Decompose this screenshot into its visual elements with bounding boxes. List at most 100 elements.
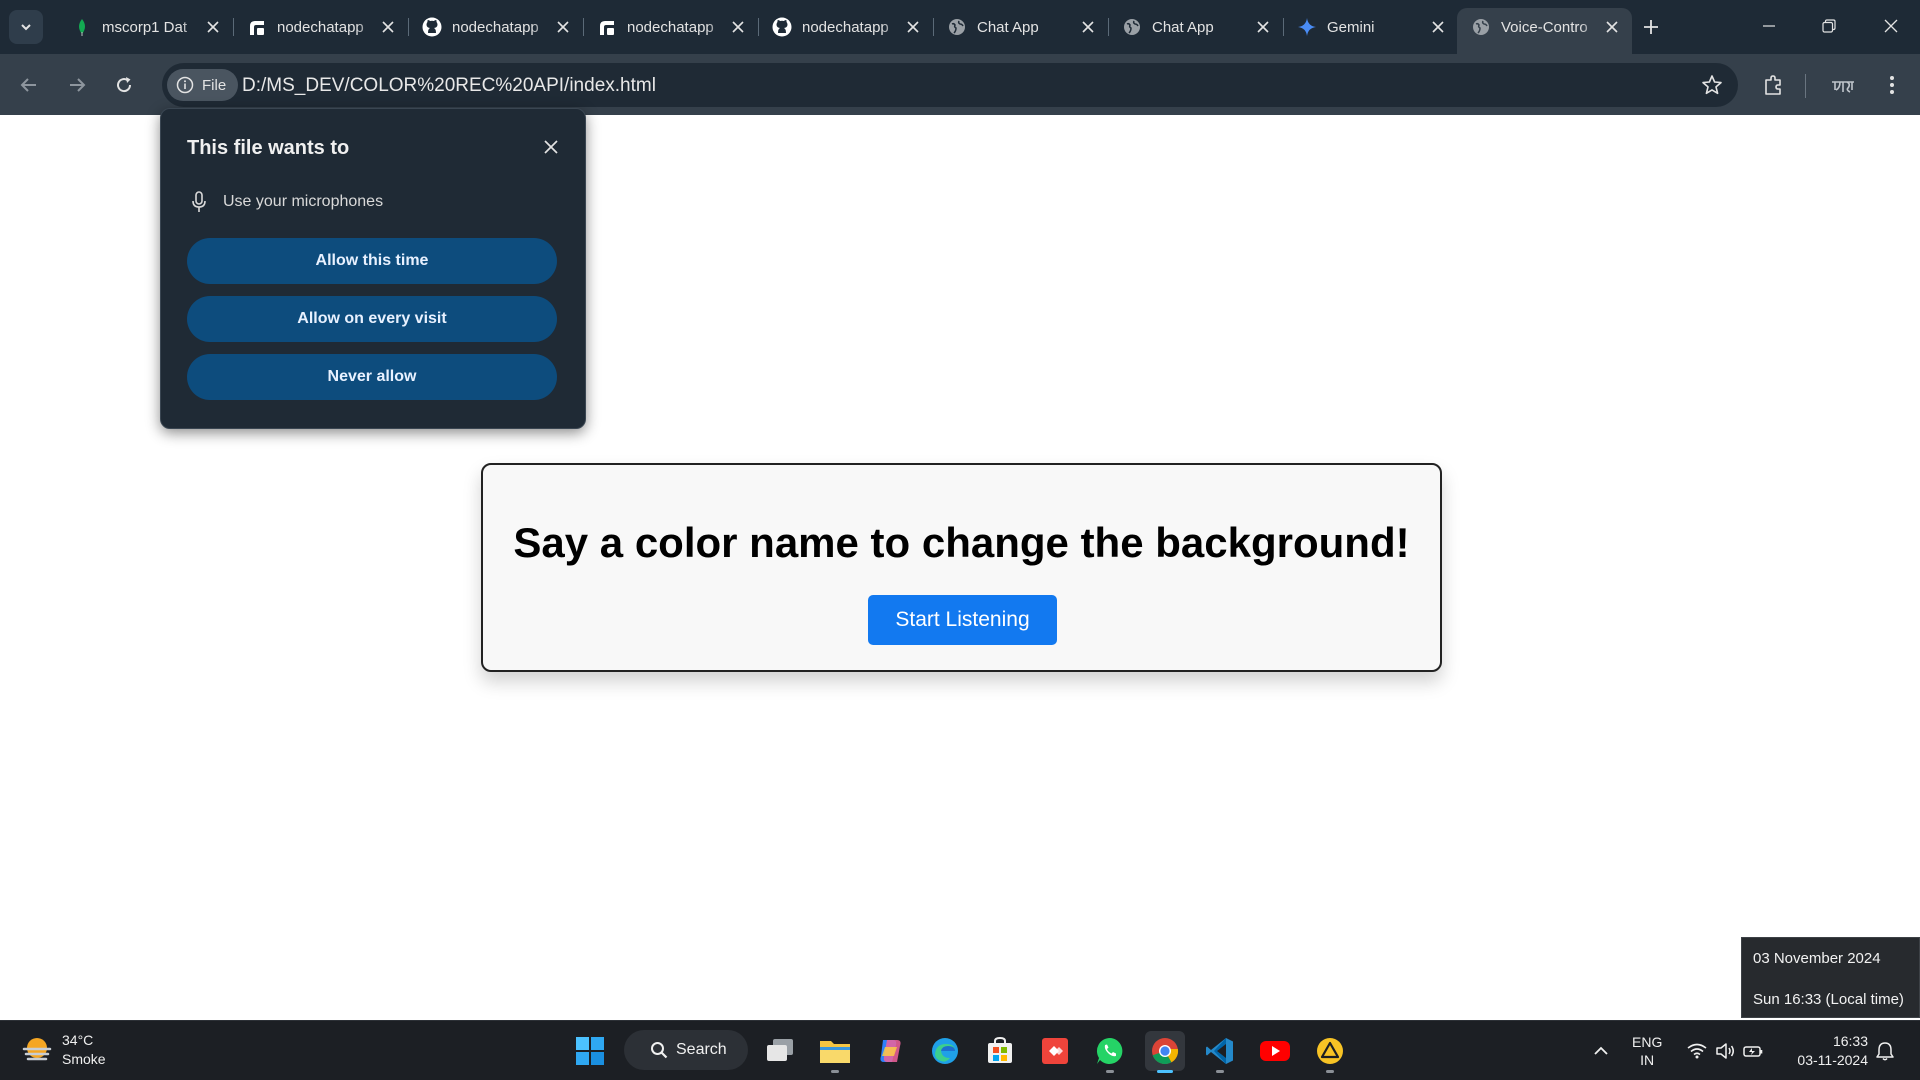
chrome-icon[interactable] [1145,1031,1185,1073]
tab-chat-app-2[interactable]: Chat App [1108,8,1284,46]
show-hidden-icons-chevron-icon[interactable] [1586,1021,1616,1080]
running-indicator [1157,1070,1173,1073]
toolbar-divider [1805,74,1806,98]
edge-icon[interactable] [925,1031,965,1071]
info-icon [175,75,195,95]
battery-charging-icon[interactable] [1740,1021,1766,1080]
language-line-2: IN [1640,1052,1655,1068]
notification-bell-icon[interactable] [1872,1021,1898,1080]
datetime-tooltip: 03 November 2024 Sun 16:33 (Local time) [1741,937,1920,1018]
tooltip-date: 03 November 2024 [1753,950,1881,967]
render-icon [247,17,267,37]
tab-search-button[interactable] [9,10,43,44]
close-window-button[interactable] [1868,8,1914,44]
minimize-button[interactable] [1746,8,1792,44]
language-line-1: ENG [1632,1034,1663,1050]
tab-title: Voice-Contro [1501,18,1588,36]
tab-chat-app-1[interactable]: Chat App [933,8,1109,46]
taskbar-clock[interactable]: 16:33 03-11-2024 [1780,1032,1868,1070]
chevron-down-icon [21,24,31,31]
tab-strip: mscorp1 Dat nodechatapp nodechatapp node… [0,0,1920,54]
close-tab-icon[interactable] [1426,15,1450,39]
profile-avatar-icon[interactable] [1825,67,1861,103]
close-tab-icon[interactable] [551,15,575,39]
bookmark-star-icon[interactable] [1700,73,1724,97]
file-explorer-icon[interactable] [815,1031,855,1073]
forward-button[interactable] [60,68,94,102]
taskbar-search[interactable]: Search [624,1030,748,1070]
address-bar[interactable]: File D:/MS_DEV/COLOR%20REC%20API/index.h… [162,63,1738,107]
restore-icon [1822,19,1836,33]
tab-title: nodechatapp [627,18,714,36]
volume-icon[interactable] [1712,1021,1738,1080]
restore-button[interactable] [1806,8,1852,44]
warning-app-icon[interactable] [1310,1031,1350,1073]
allow-every-visit-button[interactable]: Allow on every visit [187,296,557,342]
site-info-chip[interactable]: File [167,69,239,101]
tab-title: Gemini [1327,18,1375,36]
plus-icon [1644,20,1658,34]
allow-this-time-button[interactable]: Allow this time [187,238,557,284]
search-label: Search [676,1041,727,1058]
close-tab-icon[interactable] [726,15,750,39]
globe-icon [1471,17,1491,37]
back-button[interactable] [12,68,46,102]
close-tab-icon[interactable] [376,15,400,39]
page-heading: Say a color name to change the backgroun… [513,519,1410,566]
render-icon [597,17,617,37]
github-icon [422,17,442,37]
whatsapp-icon[interactable] [1090,1031,1130,1073]
running-indicator [831,1070,839,1073]
tab-gemini[interactable]: Gemini [1283,8,1458,46]
tab-title: mscorp1 Dat [102,18,188,36]
close-tab-icon[interactable] [901,15,925,39]
windows-start-icon[interactable] [570,1031,610,1071]
running-indicator [1216,1070,1224,1073]
close-icon[interactable] [539,135,563,159]
reload-button[interactable] [107,68,141,102]
store-icon[interactable] [980,1031,1020,1071]
copilot-icon[interactable] [870,1031,910,1071]
never-allow-button[interactable]: Never allow [187,354,557,400]
close-icon [1884,19,1898,33]
more-menu-icon[interactable] [1874,67,1910,103]
wifi-icon[interactable] [1684,1021,1710,1080]
taskbar: 34°C Smoke Search ENG IN 16:33 03-11-202… [0,1020,1920,1080]
close-tab-icon[interactable] [1600,15,1624,39]
url-text[interactable]: D:/MS_DEV/COLOR%20REC%20API/index.html [242,75,656,97]
close-tab-icon[interactable] [1076,15,1100,39]
browser-toolbar: File D:/MS_DEV/COLOR%20REC%20API/index.h… [0,54,1920,115]
clock-time: 16:33 [1832,1033,1868,1049]
extensions-icon[interactable] [1755,67,1791,103]
running-indicator [1326,1070,1334,1073]
weather-temp: 34°C [62,1032,94,1048]
tab-title: nodechatapp [452,18,539,36]
task-view-icon[interactable] [760,1031,800,1071]
arrow-right-icon [70,78,86,92]
permission-request-text: Use your microphones [223,193,384,210]
weather-condition: Smoke [62,1051,106,1067]
vscode-icon[interactable] [1200,1031,1240,1073]
new-tab-button[interactable] [1636,12,1666,42]
voice-control-card: Say a color name to change the backgroun… [481,463,1442,672]
tab-title: nodechatapp [802,18,889,36]
close-tab-icon[interactable] [201,15,225,39]
globe-icon [1122,17,1142,37]
start-listening-button[interactable]: Start Listening [868,595,1057,645]
language-indicator[interactable]: ENG IN [1632,1033,1662,1069]
reload-icon [117,77,132,93]
tooltip-local-time: Sun 16:33 (Local time) [1753,991,1904,1008]
permission-request-row: Use your microphones [189,191,383,213]
weather-widget[interactable]: 34°C Smoke [20,1031,106,1069]
youtube-icon[interactable] [1255,1031,1295,1071]
tab-nodechatapp-github-2[interactable]: nodechatapp [758,8,934,46]
close-tab-icon[interactable] [1251,15,1275,39]
github-icon [772,17,792,37]
tab-mscorp1[interactable]: mscorp1 Dat [58,8,234,46]
tab-nodechatapp-github-1[interactable]: nodechatapp [408,8,584,46]
mongodb-leaf-icon [72,17,92,37]
tab-nodechatapp-render-2[interactable]: nodechatapp [583,8,759,46]
anydesk-icon[interactable] [1035,1031,1075,1071]
tab-nodechatapp-render-1[interactable]: nodechatapp [233,8,409,46]
tab-voice-control-active[interactable]: Voice-Contro [1457,8,1632,54]
